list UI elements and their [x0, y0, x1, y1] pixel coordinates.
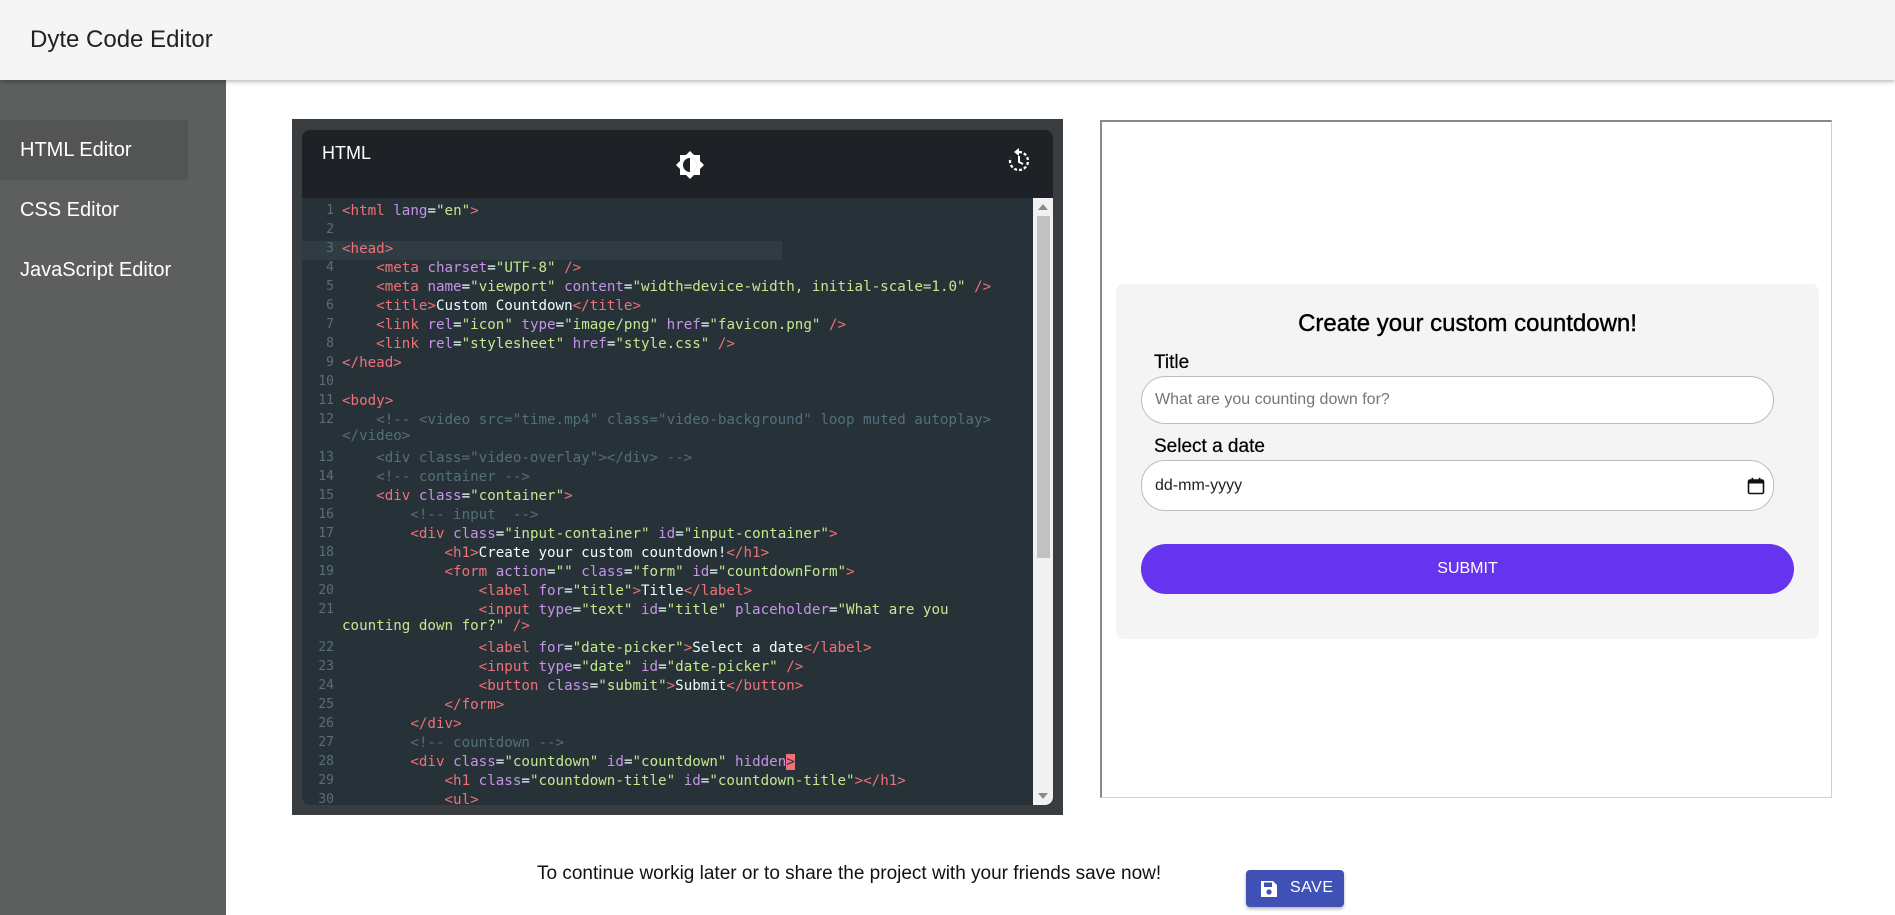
line-number: 7: [326, 317, 334, 332]
line-number: 19: [318, 564, 334, 579]
brightness-icon[interactable]: [675, 150, 705, 180]
line-number: 11: [318, 393, 334, 408]
code-line: <link rel="stylesheet" href="style.css" …: [376, 336, 735, 352]
line-number: 18: [318, 545, 334, 560]
date-picker-input[interactable]: dd-mm-yyyy: [1141, 460, 1774, 511]
sidebar: HTML Editor CSS Editor JavaScript Editor: [0, 80, 226, 915]
code-line: </head>: [342, 355, 402, 371]
line-number: 25: [318, 697, 334, 712]
code-line: <h1>Create your custom countdown!</h1>: [444, 545, 770, 561]
title-label: Title: [1154, 352, 1190, 373]
code-line: <button class="submit">Submit</button>: [478, 678, 804, 694]
line-number: 8: [326, 336, 334, 351]
save-label: SAVE: [1290, 879, 1334, 896]
line-number: 14: [318, 469, 334, 484]
line-number: 13: [318, 450, 334, 465]
code-line: <title>Custom Countdown</title>: [376, 298, 641, 314]
line-number: 20: [318, 583, 334, 598]
line-number: 27: [318, 735, 334, 750]
save-button[interactable]: SAVE: [1246, 870, 1344, 907]
code-line: <html lang="en">: [342, 203, 479, 219]
code-line: <div class="countdown" id="countdown" hi…: [410, 754, 795, 770]
code-line: <input type="text" id="title" placeholde…: [342, 602, 958, 634]
code-line: <!-- <video src="time.mp4" class="video-…: [342, 412, 992, 444]
code-line: <!-- container -->: [376, 469, 530, 485]
code-line: <!-- countdown -->: [410, 735, 565, 751]
editor-scrollbar[interactable]: [1033, 198, 1053, 805]
code-line: <h1 class="countdown-title" id="countdow…: [444, 773, 906, 789]
scroll-up-icon[interactable]: [1038, 204, 1048, 210]
preview-heading: Create your custom countdown!: [1298, 310, 1637, 337]
code-line: <head>: [342, 241, 394, 257]
line-number: 3: [326, 241, 334, 256]
code-line: <body>: [342, 393, 394, 409]
code-line: <div class="container">: [376, 488, 573, 504]
editor-frame: HTML 1 2 3 4 5 6 7 8 9 10 11 12 13 14 15…: [292, 119, 1063, 815]
sidebar-item-javascript-editor[interactable]: JavaScript Editor: [0, 240, 188, 300]
code-editor: HTML 1 2 3 4 5 6 7 8 9 10 11 12 13 14 15…: [302, 130, 1053, 805]
calendar-icon[interactable]: [1747, 477, 1765, 495]
scroll-down-icon[interactable]: [1038, 793, 1048, 799]
countdown-input-card: Create your custom countdown! Title Sele…: [1116, 284, 1819, 639]
date-placeholder: dd-mm-yyyy: [1155, 477, 1243, 494]
line-number: 6: [326, 298, 334, 313]
code-line: <meta charset="UTF-8" />: [376, 260, 582, 276]
code-line: <div class="video-overlay"></div> -->: [376, 450, 693, 466]
line-number: 15: [318, 488, 334, 503]
code-line: <link rel="icon" type="image/png" href="…: [376, 317, 847, 333]
code-line: <input type="date" id="date-picker" />: [478, 659, 804, 675]
line-number: 26: [318, 716, 334, 731]
line-number: 5: [326, 279, 334, 294]
sidebar-item-html-editor[interactable]: HTML Editor: [0, 120, 188, 180]
reset-icon[interactable]: [1006, 148, 1032, 174]
app-bar: Dyte Code Editor: [0, 0, 1895, 80]
code-line: <div class="input-container" id="input-c…: [410, 526, 838, 542]
line-number: 1: [326, 203, 334, 218]
code-line: <label for="date-picker">Select a date</…: [478, 640, 872, 656]
editor-header: HTML: [302, 130, 1053, 198]
line-number: 23: [318, 659, 334, 674]
code-line: <label for="title">Title</label>: [478, 583, 753, 599]
code-line: </form>: [444, 697, 505, 713]
floppy-disk-icon: [1261, 881, 1277, 897]
preview-pane: Create your custom countdown! Title Sele…: [1100, 120, 1832, 798]
scrollbar-thumb[interactable]: [1037, 216, 1050, 558]
editor-language-label: HTML: [322, 143, 371, 163]
code-line: <form action="" class="form" id="countdo…: [444, 564, 855, 580]
save-prompt-text: To continue workig later or to share the…: [537, 863, 1162, 884]
code-line: <!-- input -->: [410, 507, 539, 523]
line-number: 16: [318, 507, 334, 522]
code-area[interactable]: 1 2 3 4 5 6 7 8 9 10 11 12 13 14 15 16 1…: [302, 198, 1033, 805]
line-number: 30: [318, 792, 334, 805]
line-number: 2: [326, 222, 334, 237]
line-number: 4: [326, 260, 334, 275]
code-line: </div>: [410, 716, 462, 732]
code-line: <ul>: [444, 792, 479, 805]
line-number: 12: [318, 412, 334, 427]
submit-button[interactable]: Submit: [1141, 544, 1794, 594]
line-number: 10: [318, 374, 334, 389]
code-line: <meta name="viewport" content="width=dev…: [376, 279, 992, 295]
line-number: 22: [318, 640, 334, 655]
app-title: Dyte Code Editor: [30, 26, 213, 53]
line-number: 28: [318, 754, 334, 769]
line-number: 24: [318, 678, 334, 693]
line-number: 21: [318, 602, 334, 617]
line-number: 29: [318, 773, 334, 788]
line-number: 17: [318, 526, 334, 541]
line-number: 9: [326, 355, 334, 370]
title-input[interactable]: [1141, 376, 1774, 424]
sidebar-item-css-editor[interactable]: CSS Editor: [0, 180, 188, 240]
date-label: Select a date: [1154, 436, 1265, 457]
